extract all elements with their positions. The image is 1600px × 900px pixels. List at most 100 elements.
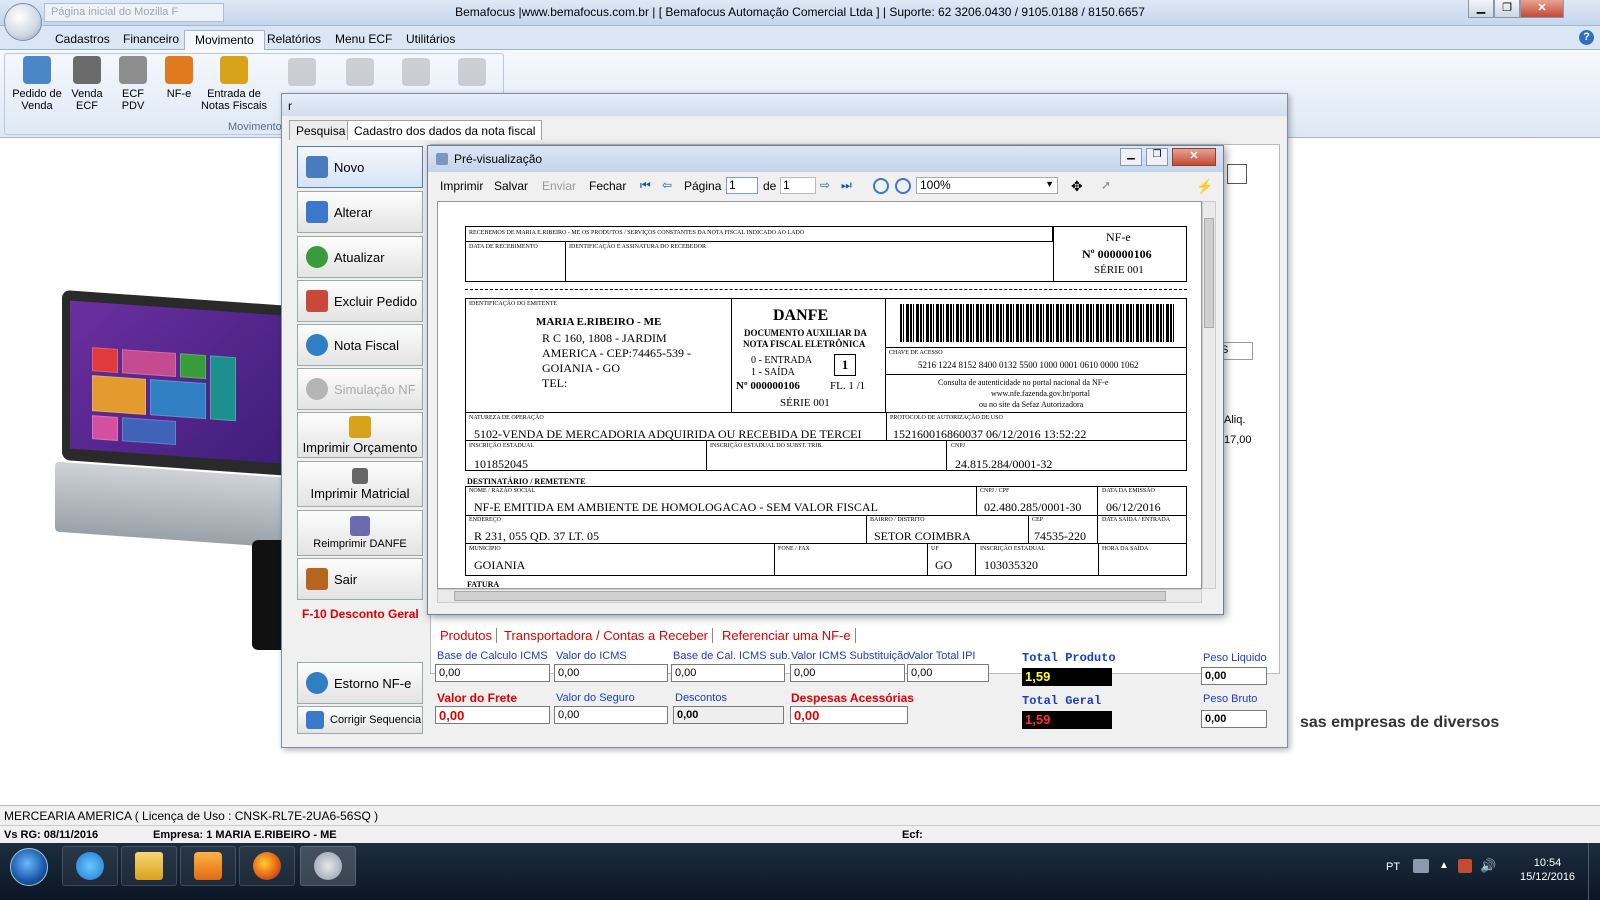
preview-close-button[interactable]: ✕ [1172, 148, 1216, 166]
base-icms-field[interactable]: 0,00 [435, 664, 550, 682]
disabled-ribbon-icons [288, 58, 488, 88]
icms-sub-field[interactable]: 0,00 [790, 664, 905, 682]
bairro-label: BAIRRO / DISTRITO [870, 517, 925, 523]
vertical-scrollbar[interactable] [1202, 201, 1216, 589]
alterar-button[interactable]: Alterar [297, 191, 423, 233]
move-icon[interactable]: ✥ [1071, 178, 1087, 194]
menu-tab-cadastros[interactable]: Cadastros [45, 30, 120, 50]
first-page-icon[interactable]: ⏮ [640, 178, 656, 194]
natureza-label: NATUREZA DE OPERAÇÃO [469, 415, 544, 421]
address-box[interactable]: Página inicial do Mozilla F [44, 3, 224, 22]
ipi-field[interactable]: 0,00 [907, 664, 989, 682]
base-sub-label: Base de Cal. ICMS sub. [673, 650, 791, 662]
scroll-thumb[interactable] [1204, 218, 1214, 328]
menu-tab-financeiro[interactable]: Financeiro [113, 30, 189, 50]
taskbar-internet-explorer[interactable] [62, 846, 118, 886]
checkbox[interactable] [1227, 164, 1247, 184]
door-icon [306, 568, 328, 590]
excluir-pedido-button[interactable]: Excluir Pedido [297, 280, 423, 322]
action-center-icon[interactable] [1458, 859, 1472, 873]
despesas-field[interactable]: 0,00 [790, 706, 908, 724]
enviar-button[interactable]: Enviar [542, 179, 576, 193]
help-icon[interactable]: ? [1579, 30, 1594, 45]
start-button[interactable] [10, 848, 48, 886]
prev-page-icon[interactable]: ⇦ [662, 178, 678, 194]
person-icon [306, 711, 324, 729]
simulacao-nf-button[interactable]: Simulação NF [297, 368, 423, 410]
peso-liquido-label: Peso Liquido [1203, 652, 1267, 664]
firefox-icon [253, 852, 281, 880]
total-produto-label: Total Produto [1022, 651, 1116, 665]
zoom-out-icon[interactable] [873, 178, 889, 194]
zoom-in-icon[interactable] [895, 178, 911, 194]
hscroll-thumb[interactable] [454, 591, 1166, 601]
promo-text: sas empresas de diversos [1300, 714, 1500, 731]
preview-maximize-button[interactable]: ❐ [1146, 148, 1168, 166]
imprimir-button[interactable]: Imprimir [440, 179, 483, 193]
menu-tab-menu-ecf[interactable]: Menu ECF [325, 30, 402, 50]
taskbar-media-player[interactable] [180, 846, 236, 886]
salvar-button[interactable]: Salvar [494, 179, 528, 193]
nota-fiscal-button[interactable]: Nota Fiscal [297, 324, 423, 366]
zoom-select[interactable]: 100% ▼ [916, 177, 1058, 194]
corrigir-sequencia-button[interactable]: Corrigir Sequencia [297, 706, 423, 734]
clock-date: 15/12/2016 [1520, 871, 1576, 883]
estorno-nfe-button[interactable]: Estorno NF-e [297, 662, 423, 704]
taskbar-bemafocus[interactable] [300, 846, 356, 886]
volume-icon[interactable]: 🔊 [1480, 858, 1496, 874]
peso-bruto-field[interactable]: 0,00 [1201, 710, 1267, 728]
frete-field[interactable]: 0,00 [435, 706, 550, 724]
nfe-button[interactable]: NF-e [160, 56, 198, 100]
pointer-icon[interactable]: ➚ [1101, 178, 1117, 194]
horizontal-scrollbar[interactable] [437, 589, 1202, 603]
minimize-button[interactable]: ▁ [1468, 0, 1494, 18]
close-button[interactable]: ✕ [1520, 0, 1564, 18]
venda-ecf-button[interactable]: Venda ECF [66, 56, 108, 112]
nota-fiscal-label: Nota Fiscal [334, 337, 400, 353]
tray-expand-icon[interactable]: ▲ [1439, 860, 1449, 871]
alterar-label: Alterar [334, 204, 373, 220]
menu-tab-relatorios[interactable]: Relatórios [257, 30, 331, 50]
protocolo-label: PROTOCOLO DE AUTORIZAÇÃO DE USO [890, 415, 1003, 421]
tab-cadastro[interactable]: Cadastro dos dados da nota fiscal [347, 120, 543, 140]
bottom-tabs: Produtos Transportadora / Contas a Receb… [432, 628, 1032, 648]
app-menu-orb[interactable] [4, 3, 42, 41]
tab-pesquisa[interactable]: Pesquisa [289, 120, 353, 140]
language-indicator[interactable]: PT [1386, 861, 1400, 873]
pedido-de-venda-button[interactable]: Pedido de Venda [8, 56, 66, 112]
menu-tab-movimento[interactable]: Movimento [184, 30, 265, 50]
preview-minimize-button[interactable]: ▁ [1120, 148, 1142, 166]
dialog-title: r [288, 99, 292, 113]
tab-produtos[interactable]: Produtos [440, 628, 498, 643]
atualizar-button[interactable]: Atualizar [297, 236, 423, 278]
issuer-label: IDENTIFICAÇÃO DO EMITENTE [469, 301, 557, 307]
entrada-notas-button[interactable]: Entrada de Notas Fiscais [200, 56, 268, 112]
chave-label: CHAVE DE ACESSO [889, 350, 943, 356]
page-input[interactable]: 1 [726, 177, 758, 194]
imprimir-matricial-button[interactable]: Imprimir Matricial [297, 461, 423, 507]
menu-tab-utilitarios[interactable]: Utilitários [396, 30, 465, 50]
taskbar-file-explorer[interactable] [121, 846, 177, 886]
next-page-icon[interactable]: ⇨ [820, 178, 836, 194]
sair-button[interactable]: Sair [297, 558, 423, 600]
maximize-button[interactable]: ❐ [1494, 0, 1520, 18]
base-sub-field[interactable]: 0,00 [671, 664, 785, 682]
imprimir-orcamento-button[interactable]: Imprimir Orçamento [297, 412, 423, 458]
dialog-title-bar: r [282, 94, 1287, 116]
clock[interactable]: 10:54 15/12/2016 [1520, 856, 1575, 884]
window-title: Bemafocus |www.bemafocus.com.br | [ Bema… [455, 5, 1145, 19]
fechar-button[interactable]: Fechar [589, 179, 626, 193]
reimprimir-danfe-button[interactable]: Reimprimir DANFE [297, 510, 423, 556]
tab-transportadora[interactable]: Transportadora / Contas a Receber [504, 628, 714, 643]
last-page-icon[interactable]: ⏭ [841, 178, 857, 194]
show-desktop-button[interactable] [1588, 843, 1600, 900]
novo-button[interactable]: Novo [297, 146, 423, 188]
valor-icms-field[interactable]: 0,00 [554, 664, 668, 682]
peso-liquido-field[interactable]: 0,00 [1201, 667, 1267, 685]
preview-window: Pré-visualização ▁ ❐ ✕ Imprimir Salvar E… [427, 145, 1224, 615]
tab-referenciar-nfe[interactable]: Referenciar uma NF-e [722, 628, 856, 643]
taskbar-firefox[interactable] [239, 846, 295, 886]
ecf-pdv-button[interactable]: ECF PDV [110, 56, 156, 112]
keyboard-icon[interactable] [1413, 859, 1429, 873]
seguro-field[interactable]: 0,00 [554, 706, 668, 724]
